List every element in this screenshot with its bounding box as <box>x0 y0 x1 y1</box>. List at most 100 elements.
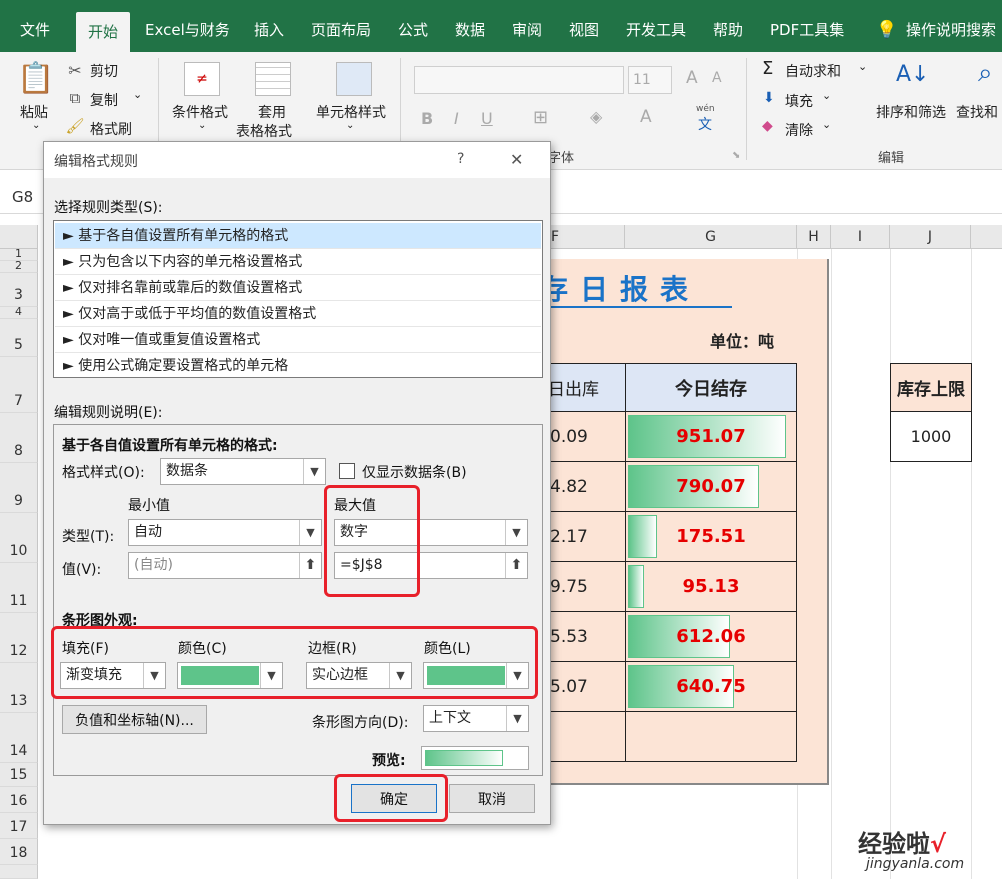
rule-type-item[interactable]: ► 只为包含以下内容的单元格设置格式 <box>55 249 541 275</box>
stock-value-cell[interactable]: 790.07 <box>625 461 797 512</box>
conditional-format-button[interactable]: 条件格式 <box>172 102 228 122</box>
tab-tell-me[interactable]: 操作说明搜索 <box>906 0 996 52</box>
tab-home[interactable]: 开始 <box>76 12 131 52</box>
column-header-j[interactable]: J <box>890 225 971 249</box>
column-header-h[interactable]: H <box>797 225 831 249</box>
tab-view[interactable]: 视图 <box>569 0 599 52</box>
bold-icon[interactable]: B <box>421 109 433 128</box>
format-painter-button[interactable]: 格式刷 <box>90 119 132 139</box>
tab-developer[interactable]: 开发工具 <box>626 0 686 52</box>
row-header[interactable]: 2 <box>0 259 38 273</box>
tab-help[interactable]: 帮助 <box>713 0 743 52</box>
font-name-field[interactable] <box>414 66 624 94</box>
chevron-down-icon[interactable]: ⌄ <box>133 88 142 101</box>
chevron-down-icon[interactable]: ⌄ <box>822 89 831 102</box>
paste-button[interactable]: 粘贴 <box>20 102 48 122</box>
help-button[interactable]: ? <box>457 151 464 167</box>
row-header[interactable]: 9 <box>0 463 38 513</box>
chevron-down-icon[interactable]: ⌄ <box>858 60 867 73</box>
limit-value[interactable]: 1000 <box>890 411 972 462</box>
show-bar-only-checkbox[interactable] <box>339 463 355 479</box>
decrease-font-icon[interactable]: A <box>712 70 722 86</box>
select-all-corner[interactable] <box>0 225 38 249</box>
increase-font-icon[interactable]: A <box>686 68 698 88</box>
tab-review[interactable]: 审阅 <box>512 0 542 52</box>
out-value-cell[interactable]: 4.82 <box>545 461 626 512</box>
format-style-dropdown[interactable]: 数据条 ▼ <box>160 458 326 485</box>
table-format-label-1[interactable]: 套用 <box>258 102 286 122</box>
font-color-icon[interactable]: A <box>640 107 652 127</box>
column-header-k[interactable] <box>971 225 1002 249</box>
underline-icon[interactable]: U <box>481 109 493 128</box>
stock-value-cell[interactable]: 951.07 <box>625 411 797 462</box>
row-header[interactable]: 5 <box>0 319 38 357</box>
fill-color-icon[interactable]: ◈ <box>590 107 602 126</box>
out-value-cell[interactable]: 5.07 <box>545 661 626 712</box>
row-header[interactable]: 13 <box>0 663 38 713</box>
header-out[interactable]: 日出库 <box>545 363 626 412</box>
italic-icon[interactable]: I <box>454 109 459 128</box>
close-icon[interactable]: ✕ <box>510 150 523 169</box>
phonetic-icon[interactable]: wén <box>696 104 715 114</box>
tab-data[interactable]: 数据 <box>455 0 485 52</box>
chevron-down-icon[interactable]: ⌄ <box>822 118 831 131</box>
row-header[interactable]: 16 <box>0 787 38 813</box>
dialog-launcher-icon[interactable]: ⬊ <box>732 150 740 161</box>
fill-button[interactable]: 填充 <box>785 91 813 111</box>
tab-excel-finance[interactable]: Excel与财务 <box>145 0 230 52</box>
chevron-down-icon[interactable]: ⌄ <box>198 120 206 131</box>
row-header[interactable]: 11 <box>0 563 38 613</box>
rule-type-item[interactable]: ► 仅对唯一值或重复值设置格式 <box>55 327 541 353</box>
table-format-label-2[interactable]: 表格格式 <box>236 121 292 141</box>
stock-value-cell[interactable]: 640.75 <box>625 661 797 712</box>
lightbulb-icon[interactable]: 💡 <box>876 0 897 52</box>
row-header[interactable]: 17 <box>0 813 38 839</box>
paste-icon[interactable]: 📋 <box>17 58 54 98</box>
name-box[interactable]: G8 <box>4 184 44 210</box>
row-header[interactable]: 14 <box>0 713 38 763</box>
stock-value-cell[interactable]: 175.51 <box>625 511 797 562</box>
chevron-down-icon[interactable]: ⌄ <box>346 120 354 131</box>
cell-style-button[interactable]: 单元格样式 <box>316 102 386 122</box>
table-cell[interactable] <box>625 711 797 762</box>
rule-type-item[interactable]: ► 基于各自值设置所有单元格的格式 <box>55 223 541 249</box>
column-header-f[interactable]: F <box>545 225 625 249</box>
tab-formulas[interactable]: 公式 <box>398 0 428 52</box>
bar-direction-dropdown[interactable]: 上下文 ▼ <box>423 705 529 732</box>
limit-header[interactable]: 库存上限 <box>890 363 972 412</box>
font-size-field[interactable]: 11 <box>628 66 672 94</box>
row-header[interactable]: 10 <box>0 513 38 563</box>
row-header[interactable]: 8 <box>0 413 38 463</box>
row-header[interactable]: 3 <box>0 273 38 307</box>
cut-button[interactable]: 剪切 <box>90 61 118 81</box>
sort-filter-button[interactable]: 排序和筛选 <box>876 102 946 122</box>
rule-type-item[interactable]: ► 使用公式确定要设置格式的单元格 <box>55 353 541 379</box>
clear-button[interactable]: 清除 <box>785 120 813 140</box>
column-header-g[interactable]: G <box>625 225 797 249</box>
table-cell[interactable] <box>545 711 626 762</box>
tab-file[interactable]: 文件 <box>20 0 50 52</box>
row-header[interactable] <box>0 865 38 879</box>
chevron-down-icon[interactable]: ⌄ <box>32 120 40 131</box>
row-header[interactable]: 7 <box>0 357 38 413</box>
autosum-button[interactable]: 自动求和 <box>785 61 841 81</box>
row-header[interactable]: 12 <box>0 613 38 663</box>
min-value-input[interactable]: (自动) ⬆ <box>128 552 322 579</box>
min-type-dropdown[interactable]: 自动 ▼ <box>128 519 322 546</box>
column-header-i[interactable]: I <box>831 225 890 249</box>
row-header[interactable]: 15 <box>0 763 38 787</box>
stock-value-cell[interactable]: 95.13 <box>625 561 797 612</box>
row-header[interactable]: 4 <box>0 305 38 319</box>
rule-type-item[interactable]: ► 仅对排名靠前或靠后的数值设置格式 <box>55 275 541 301</box>
negative-axis-button[interactable]: 负值和坐标轴(N)... <box>62 705 207 734</box>
find-button[interactable]: 查找和 <box>956 102 998 122</box>
tab-insert[interactable]: 插入 <box>254 0 284 52</box>
out-value-cell[interactable]: 5.53 <box>545 611 626 662</box>
tab-page-layout[interactable]: 页面布局 <box>311 0 371 52</box>
cancel-button[interactable]: 取消 <box>449 784 535 813</box>
stock-value-cell[interactable]: 612.06 <box>625 611 797 662</box>
rule-type-item[interactable]: ► 仅对高于或低于平均值的数值设置格式 <box>55 301 541 327</box>
out-value-cell[interactable]: 0.09 <box>545 411 626 462</box>
row-header[interactable]: 18 <box>0 839 38 865</box>
out-value-cell[interactable]: 9.75 <box>545 561 626 612</box>
